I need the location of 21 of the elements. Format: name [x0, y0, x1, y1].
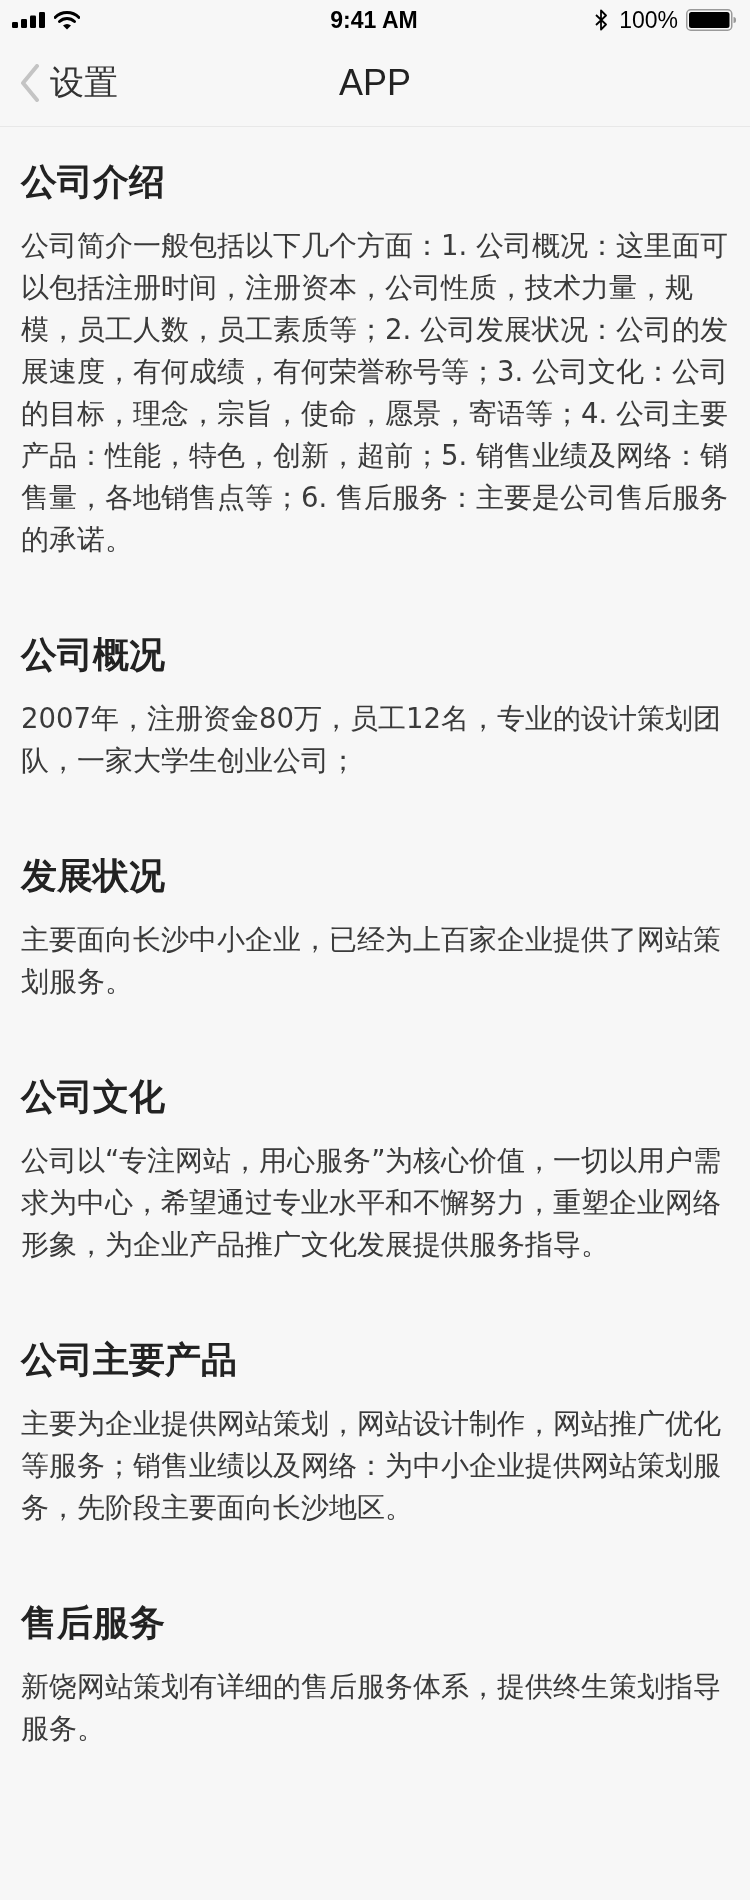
- status-time: 9:41 AM: [330, 6, 418, 34]
- section-body-text: 新饶网站策划有详细的售后服务体系，提供终生策划指导服务。: [21, 1669, 722, 1746]
- chevron-left-icon: [20, 64, 40, 102]
- section-heading: 公司介绍: [21, 160, 166, 204]
- section-body-text: 公司以“专注网站，用心服务”为核心价值，一切以用户需求为中心，希望通过专业水平和不懈努力，重塑企业网络形象，为企业产品推广文化发展提供服务指导。: [21, 1143, 723, 1262]
- battery-percentage: 100%: [619, 6, 678, 34]
- wifi-icon: [54, 10, 80, 30]
- back-button[interactable]: 设置: [0, 60, 122, 106]
- section-heading: 公司主要产品: [21, 1338, 238, 1382]
- section-heading: 公司文化: [21, 1075, 166, 1119]
- section-heading: 售后服务: [21, 1601, 166, 1645]
- section-heading: 发展状况: [21, 854, 166, 898]
- section-heading: 公司概况: [21, 633, 166, 677]
- battery-icon: [686, 9, 736, 31]
- bluetooth-icon: [595, 9, 608, 31]
- section-body-text: 主要面向长沙中小企业，已经为上百家企业提供了网站策划服务。: [21, 922, 722, 999]
- section-body-text: 2007年，注册资金80万，员工12名，专业的设计策划团队，一家大学生创业公司；: [21, 701, 722, 778]
- section-body-text: 主要为企业提供网站策划，网站设计制作，网站推广优化等服务；销售业绩以及网络：为中小企业提供网站策划服务，先阶段主要面向长沙地区。: [21, 1406, 722, 1525]
- navigation-title: APP: [338, 62, 411, 104]
- signal-icon: [12, 12, 46, 28]
- section-body-text: 公司简介一般包括以下几个方面：1. 公司概况：这里面可以包括注册时间，注册资本，公司性质，技术力量，规模，员工人数，员工素质等；2. 公司发展状况：公司的发展速度，有何成绩，有何荣誉称号等；3. 公司文化：公司的目标，理念，宗旨，使命，愿景，寄语等；4. 公司主要产品：性能，特色，创新，超前；5. 销售业绩及网络：销售量，各地销售点等；6. 售后服务：主要是公司售后服务的承诺。: [21, 228, 728, 557]
